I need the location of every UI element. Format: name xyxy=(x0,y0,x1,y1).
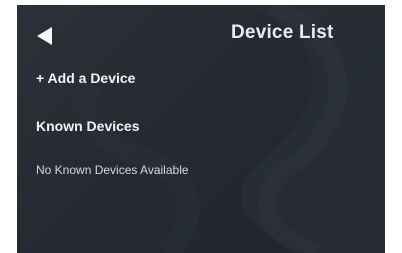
page-title: Device List xyxy=(231,22,334,43)
known-devices-heading: Known Devices xyxy=(36,118,140,134)
empty-devices-message: No Known Devices Available xyxy=(36,163,189,177)
add-device-button[interactable]: + Add a Device xyxy=(36,70,135,86)
back-button[interactable] xyxy=(37,22,65,50)
back-triangle-icon xyxy=(37,27,52,45)
device-list-screen: Device List + Add a Device Known Devices… xyxy=(17,5,385,253)
